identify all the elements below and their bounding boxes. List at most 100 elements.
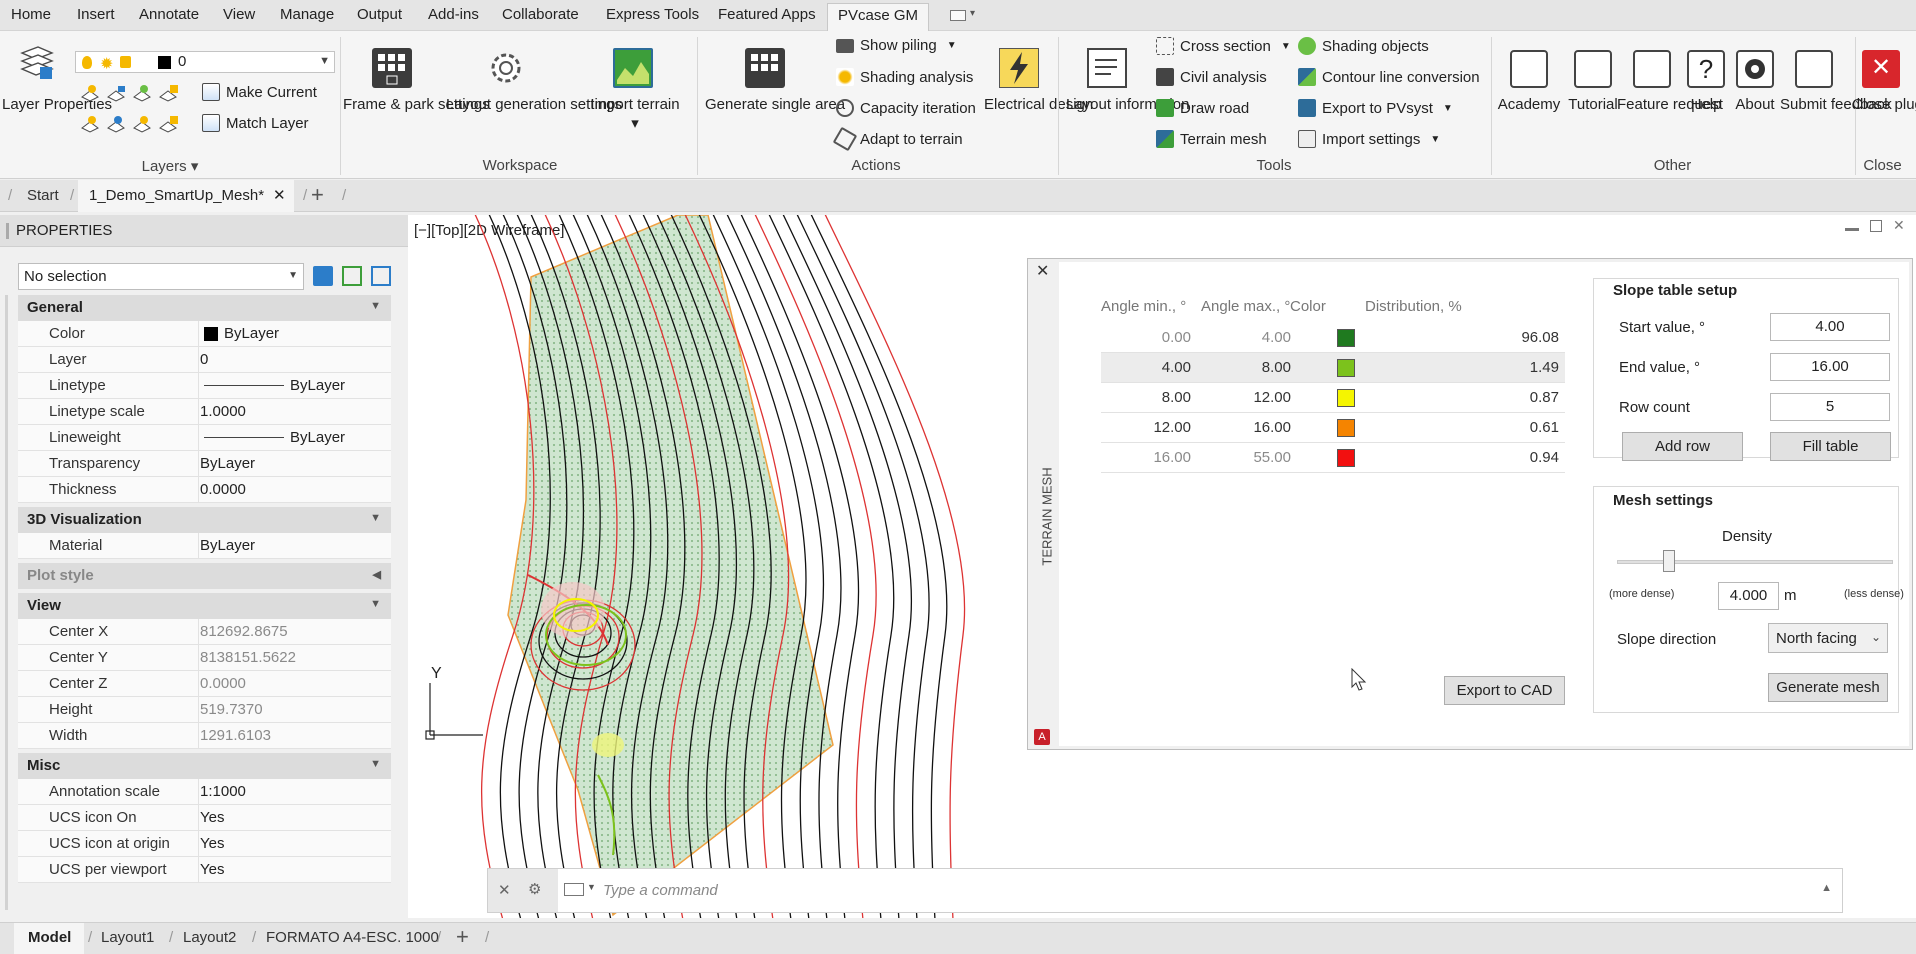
terrain-mesh-button[interactable]: Terrain mesh bbox=[1156, 130, 1267, 148]
submit-feedback-button[interactable]: Submit feedback bbox=[1780, 95, 1892, 114]
slope-table-row[interactable]: 8.00 12.00 0.87 bbox=[1101, 383, 1565, 413]
close-command-icon[interactable]: ✕ bbox=[498, 881, 511, 899]
shading-objects-button[interactable]: Shading objects bbox=[1298, 37, 1429, 55]
section-3d-visualization[interactable]: 3D Visualization ▼ bbox=[18, 507, 391, 533]
menu-featured-apps[interactable]: Featured Apps bbox=[718, 6, 816, 23]
electrical-design-button[interactable]: Electrical design bbox=[984, 95, 1093, 114]
prop-row-ucs-icon-on[interactable]: UCS icon On Yes bbox=[18, 805, 391, 831]
menu-collaborate[interactable]: Collaborate bbox=[502, 6, 579, 23]
solar-panel-icon[interactable] bbox=[372, 48, 412, 88]
tab-layout1[interactable]: Layout1 bbox=[101, 929, 154, 946]
lightbulb-icon[interactable] bbox=[1633, 50, 1671, 88]
select-objects-icon[interactable] bbox=[342, 266, 362, 286]
menu-home[interactable]: Home bbox=[11, 6, 51, 23]
wrench-icon[interactable]: ⚙ bbox=[528, 880, 541, 898]
density-value-input[interactable]: 4.000 bbox=[1718, 582, 1779, 610]
terrain-icon[interactable] bbox=[613, 48, 653, 88]
end-value-input[interactable]: 16.00 bbox=[1770, 353, 1890, 381]
toggle-pickadd-icon[interactable] bbox=[313, 266, 333, 286]
new-tab-icon[interactable]: + bbox=[311, 182, 324, 208]
feature-request-button[interactable]: Feature request bbox=[1617, 95, 1723, 114]
contour-line-conversion-button[interactable]: Contour line conversion bbox=[1298, 68, 1480, 86]
export-to-cad-button[interactable]: Export to CAD bbox=[1444, 676, 1565, 705]
slope-table-row[interactable]: 4.00 8.00 1.49 bbox=[1101, 353, 1565, 383]
generate-area-icon[interactable] bbox=[745, 48, 785, 88]
show-piling-button[interactable]: Show piling ▼ bbox=[836, 37, 957, 54]
section-general[interactable]: General ▼ bbox=[18, 295, 391, 321]
lightning-icon[interactable] bbox=[999, 48, 1039, 88]
row-count-input[interactable]: 5 bbox=[1770, 393, 1890, 421]
prop-row-ucs-icon-origin[interactable]: UCS icon at origin Yes bbox=[18, 831, 391, 857]
academy-button[interactable]: Academy bbox=[1496, 95, 1562, 114]
prop-row-layer[interactable]: Layer 0 bbox=[18, 347, 391, 373]
layer-properties-button[interactable]: Layer Properties bbox=[2, 95, 112, 114]
help-icon[interactable]: ? bbox=[1687, 50, 1725, 88]
layers-group-title[interactable]: Layers ▾ bbox=[140, 157, 200, 175]
about-icon[interactable] bbox=[1736, 50, 1774, 88]
close-plugin-button[interactable]: Close plugin bbox=[1852, 95, 1916, 114]
menu-annotate[interactable]: Annotate bbox=[139, 6, 199, 23]
menu-pvcase-gm[interactable]: PVcase GM bbox=[827, 3, 930, 31]
start-value-input[interactable]: 4.00 bbox=[1770, 313, 1890, 341]
density-slider-track[interactable] bbox=[1617, 560, 1893, 564]
make-current-button[interactable]: Make Current bbox=[202, 83, 317, 101]
layer-properties-icon[interactable] bbox=[16, 43, 56, 83]
import-settings-button[interactable]: Import settings ▼ bbox=[1298, 130, 1440, 148]
close-icon[interactable]: ✕ bbox=[1862, 50, 1900, 88]
section-plot-style[interactable]: Plot style ◀ bbox=[18, 563, 391, 589]
chevron-up-icon[interactable]: ▲ bbox=[1821, 882, 1832, 894]
menu-manage[interactable]: Manage bbox=[280, 6, 334, 23]
generate-mesh-button[interactable]: Generate mesh bbox=[1768, 673, 1888, 702]
prop-row-ucs-per-viewport[interactable]: UCS per viewport Yes bbox=[18, 857, 391, 883]
menu-addins[interactable]: Add-ins bbox=[428, 6, 479, 23]
new-layout-icon[interactable]: + bbox=[456, 924, 469, 950]
add-row-button[interactable]: Add row bbox=[1622, 432, 1743, 461]
about-button[interactable]: About bbox=[1730, 95, 1780, 114]
slope-table-row[interactable]: 16.00 55.00 0.94 bbox=[1101, 443, 1565, 473]
restore-icon[interactable] bbox=[1870, 220, 1882, 232]
match-layer-button[interactable]: Match Layer bbox=[202, 114, 309, 132]
civil-analysis-button[interactable]: Civil analysis bbox=[1156, 68, 1267, 86]
prop-row-color[interactable]: Color ByLayer bbox=[18, 321, 391, 347]
selection-dropdown[interactable]: No selection ▼ bbox=[18, 263, 304, 290]
layer-dropdown[interactable]: ✹ 0 ▼ bbox=[75, 51, 335, 73]
capacity-iteration-button[interactable]: Capacity iteration bbox=[836, 99, 976, 117]
prop-row-annotation-scale[interactable]: Annotation scale 1:1000 bbox=[18, 779, 391, 805]
layout-generation-settings-button[interactable]: Layout generation settings bbox=[446, 95, 622, 114]
menu-express-tools[interactable]: Express Tools bbox=[606, 6, 699, 23]
book-icon[interactable] bbox=[1574, 50, 1612, 88]
density-slider-thumb[interactable] bbox=[1663, 550, 1676, 572]
slope-table-row[interactable]: 0.00 4.00 96.08 bbox=[1101, 323, 1565, 353]
import-terrain-button[interactable]: Import terrain ▾ bbox=[585, 95, 685, 133]
prop-row-transparency[interactable]: Transparency ByLayer bbox=[18, 451, 391, 477]
command-prompt-icon[interactable] bbox=[564, 883, 584, 896]
prop-row-lineweight[interactable]: Lineweight ByLayer bbox=[18, 425, 391, 451]
tab-layout2[interactable]: Layout2 bbox=[183, 929, 236, 946]
draw-road-button[interactable]: Draw road bbox=[1156, 99, 1249, 117]
command-input[interactable]: Type a command bbox=[603, 882, 718, 899]
close-tab-icon[interactable]: ✕ bbox=[273, 186, 286, 204]
section-misc[interactable]: Misc ▼ bbox=[18, 753, 391, 779]
academy-icon[interactable] bbox=[1510, 50, 1548, 88]
menu-view[interactable]: View bbox=[223, 6, 255, 23]
section-view[interactable]: View ▼ bbox=[18, 593, 391, 619]
layout-information-button[interactable]: Layout information bbox=[1066, 95, 1189, 114]
close-palette-icon[interactable]: ✕ bbox=[1036, 261, 1049, 281]
tab-model[interactable]: Model bbox=[14, 923, 84, 954]
tab-active-document[interactable]: 1_Demo_SmartUp_Mesh* ✕ bbox=[78, 180, 294, 212]
adapt-to-terrain-button[interactable]: Adapt to terrain bbox=[832, 126, 963, 152]
help-button[interactable]: Help bbox=[1686, 95, 1726, 114]
slope-direction-select[interactable]: North facing ⌄ bbox=[1768, 623, 1888, 653]
generate-single-area-button[interactable]: Generate single area bbox=[705, 95, 845, 114]
menu-insert[interactable]: Insert bbox=[77, 6, 115, 23]
gear-icon[interactable] bbox=[486, 48, 526, 88]
cross-section-button[interactable]: Cross section ▼ bbox=[1156, 37, 1291, 55]
frame-park-settings-button[interactable]: Frame & park settings bbox=[343, 95, 490, 114]
tab-formato-a4[interactable]: FORMATO A4-ESC. 1000 bbox=[266, 929, 439, 946]
prop-row-thickness[interactable]: Thickness 0.0000 bbox=[18, 477, 391, 503]
shading-analysis-button[interactable]: Shading analysis bbox=[836, 68, 973, 86]
close-viewport-icon[interactable]: ✕ bbox=[1893, 217, 1905, 234]
fill-table-button[interactable]: Fill table bbox=[1770, 432, 1891, 461]
feedback-icon[interactable] bbox=[1795, 50, 1833, 88]
workspace-dropdown-icon[interactable] bbox=[950, 10, 966, 21]
